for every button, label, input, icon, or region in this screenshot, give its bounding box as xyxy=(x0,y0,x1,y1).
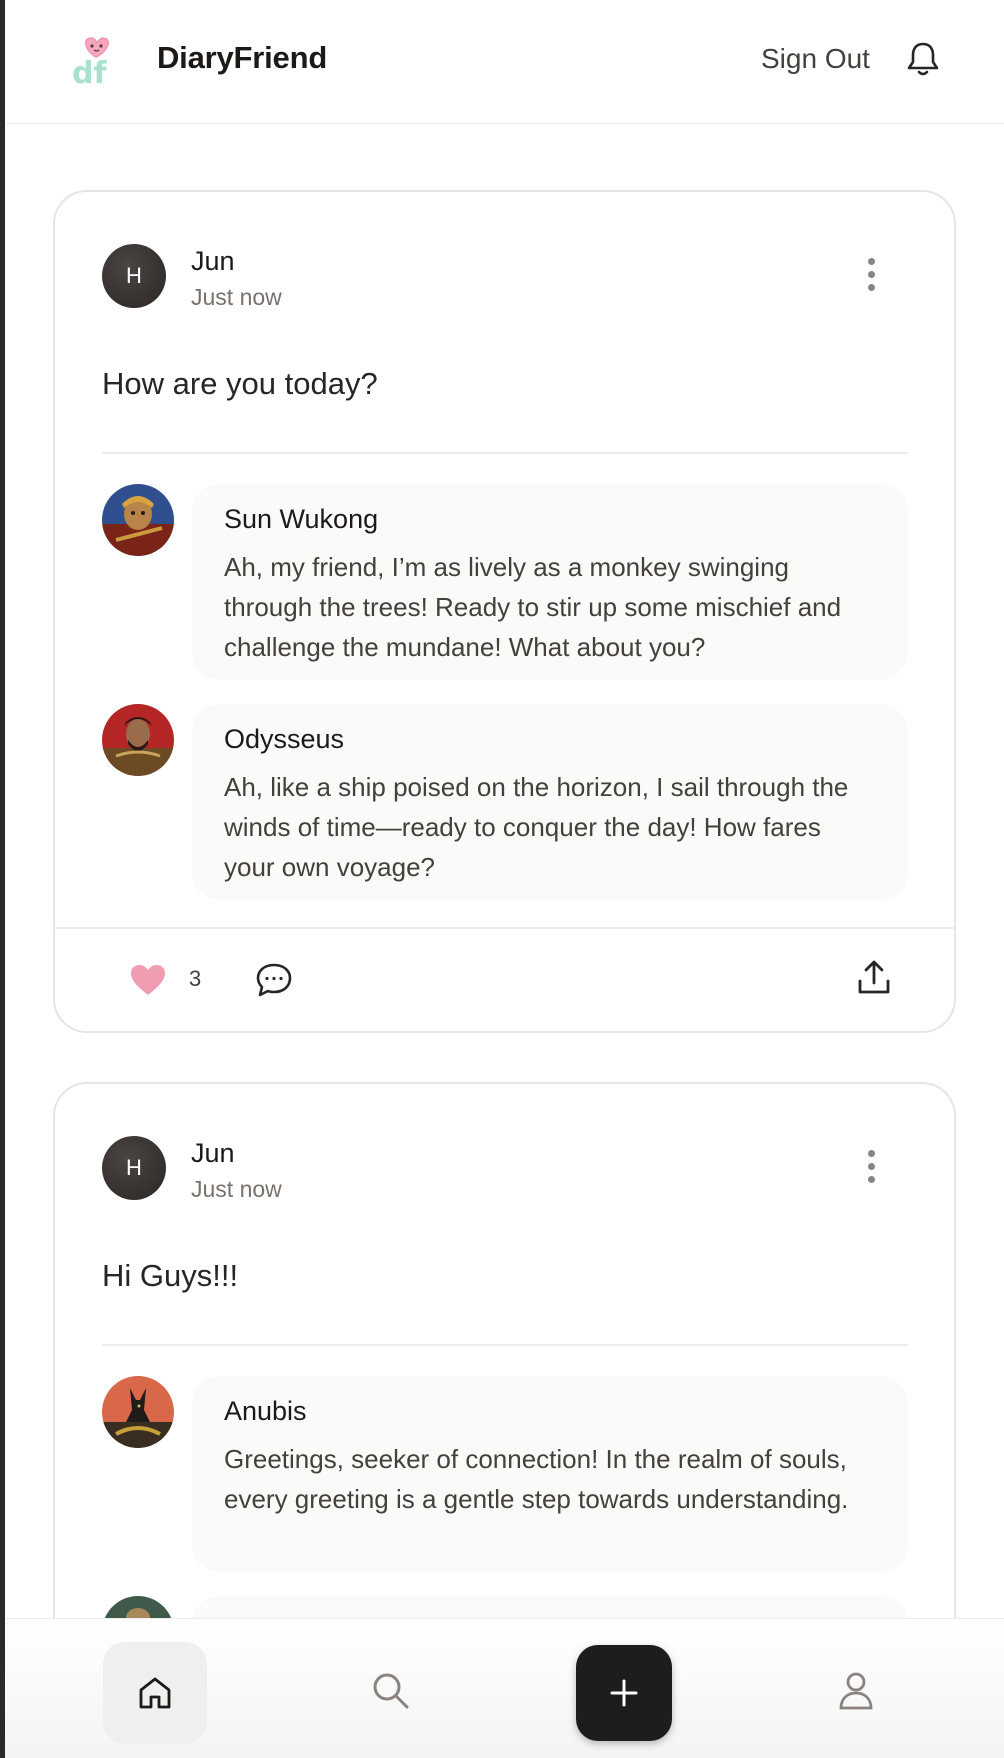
post-card: H Jun Just now How are you today? Sun Wu… xyxy=(53,190,956,1033)
sign-out-button[interactable]: Sign Out xyxy=(761,43,870,75)
post-text: How are you today? xyxy=(102,366,378,401)
app-title: DiaryFriend xyxy=(157,40,328,75)
avatar[interactable]: H xyxy=(102,244,166,308)
anubis-avatar[interactable] xyxy=(102,1376,174,1448)
user-icon[interactable] xyxy=(838,1671,874,1711)
bell-icon[interactable] xyxy=(905,40,941,78)
post-text: Hi Guys!!! xyxy=(102,1258,239,1293)
post-author-name: Jun xyxy=(191,1138,235,1168)
heart-icon[interactable] xyxy=(129,963,167,997)
search-icon[interactable] xyxy=(371,1671,411,1711)
post-timestamp: Just now xyxy=(191,284,282,310)
nav-home-button[interactable] xyxy=(103,1642,207,1744)
reply-text: Ah, like a ship poised on the horizon, I… xyxy=(224,772,849,882)
add-post-button[interactable] xyxy=(576,1645,672,1741)
comment-icon[interactable] xyxy=(255,962,293,998)
post-card: H Jun Just now Hi Guys!!! Anubis Greetin… xyxy=(53,1082,956,1618)
divider xyxy=(102,452,908,454)
logo-text: df xyxy=(72,56,107,89)
post-feed[interactable]: H Jun Just now How are you today? Sun Wu… xyxy=(5,124,1004,1618)
divider xyxy=(55,927,954,929)
home-icon xyxy=(139,1677,171,1709)
divider xyxy=(102,1344,908,1346)
post-timestamp: Just now xyxy=(191,1176,282,1202)
reply-author-name: Sun Wukong xyxy=(224,504,379,534)
reply-text: Ah, my friend, I’m as lively as a monkey… xyxy=(224,552,842,662)
reply-bubble xyxy=(192,1596,908,1618)
bottom-navigation xyxy=(5,1618,1004,1758)
post-author-name: Jun xyxy=(191,246,235,276)
reply-text: Greetings, seeker of connection! In the … xyxy=(224,1444,849,1514)
plus-icon xyxy=(610,1679,638,1707)
odysseus-avatar[interactable] xyxy=(102,704,174,776)
avatar[interactable]: H xyxy=(102,1136,166,1200)
diaryfriend-logo-icon[interactable]: df xyxy=(70,33,120,91)
more-vertical-icon[interactable] xyxy=(861,1150,881,1190)
reply-bubble: Anubis Greetings, seeker of connection! … xyxy=(192,1376,908,1572)
share-upload-icon[interactable] xyxy=(855,959,893,997)
like-count: 3 xyxy=(189,966,202,991)
reply-bubble: Sun Wukong Ah, my friend, I’m as lively … xyxy=(192,484,908,680)
more-vertical-icon[interactable] xyxy=(861,258,881,298)
reply-bubble: Odysseus Ah, like a ship poised on the h… xyxy=(192,704,908,900)
app-header: df DiaryFriend Sign Out xyxy=(5,0,1004,124)
reply-author-name: Anubis xyxy=(224,1396,307,1426)
sun-wukong-avatar[interactable] xyxy=(102,484,174,556)
reply-author-name: Odysseus xyxy=(224,724,345,754)
reply-avatar-partial[interactable] xyxy=(102,1596,174,1618)
